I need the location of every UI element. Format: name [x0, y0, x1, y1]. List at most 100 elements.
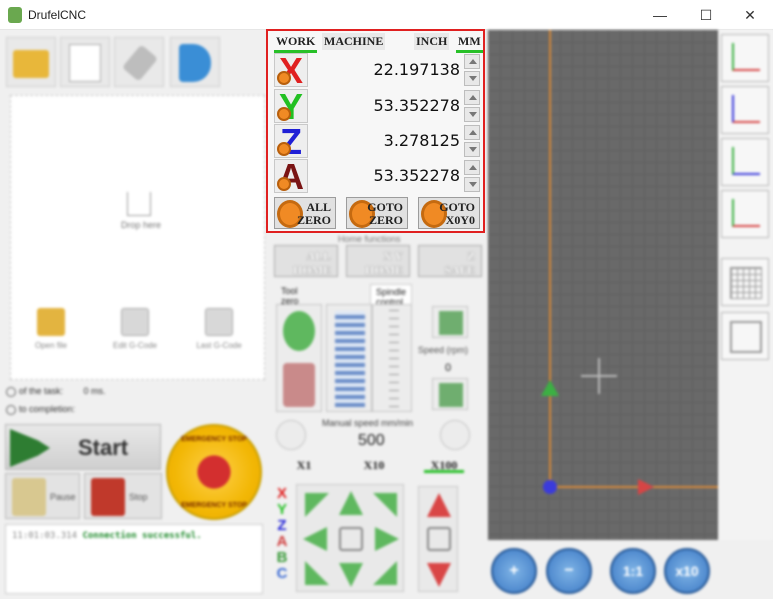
minimize-button[interactable]: —	[637, 0, 683, 30]
view-iso-button[interactable]	[721, 190, 769, 238]
jog-z-down-arrow-icon[interactable]	[427, 563, 451, 587]
open-file-toolbar-button[interactable]	[6, 37, 56, 87]
jog-axis-a[interactable]: A	[274, 534, 290, 550]
a-decrement-button[interactable]	[464, 177, 480, 192]
step-x100-button[interactable]: X100	[424, 458, 464, 473]
jog-down-right-arrow-icon[interactable]	[373, 561, 397, 585]
zero-badge-icon	[277, 177, 291, 191]
clock-icon	[6, 386, 16, 397]
step-x1-button[interactable]: X1	[284, 458, 324, 473]
tool-probe-panel[interactable]	[276, 304, 322, 412]
jog-axis-y[interactable]: Y	[274, 502, 290, 518]
view-front-button[interactable]	[721, 86, 769, 134]
goto-x0y0-button[interactable]: GOTO X0Y0	[418, 197, 480, 229]
open-file-icon[interactable]	[37, 308, 65, 336]
spindle-down-button[interactable]	[432, 378, 468, 410]
zoom-x10-button[interactable]: x10	[664, 548, 710, 594]
view-top-button[interactable]	[721, 34, 769, 82]
z-increment-button[interactable]	[464, 125, 480, 140]
axis-row-z: Z 3.278125	[274, 124, 482, 160]
stop-label: Stop	[129, 492, 148, 502]
pause-spindle-icon	[12, 478, 46, 516]
z-safe-button[interactable]: Z SAFE	[418, 245, 482, 277]
open-file-label: Open file	[34, 341, 68, 350]
start-label: Start	[78, 435, 129, 460]
zero-a-button[interactable]: A	[274, 159, 308, 195]
zoom-in-button[interactable]: +	[491, 548, 537, 594]
tab-mm[interactable]: MM	[456, 33, 483, 53]
all-home-line1: ALL	[306, 249, 331, 263]
speed-value: 0	[445, 362, 452, 374]
zoom-one-to-one-button[interactable]: 1:1	[610, 548, 656, 594]
edit-gcode-icon[interactable]	[121, 308, 149, 336]
jog-axis-x[interactable]: X	[274, 486, 290, 502]
feed-decrease-button[interactable]	[276, 420, 306, 450]
zero-z-button[interactable]: Z	[274, 124, 308, 160]
xy-home-line1: X Y	[383, 249, 403, 263]
drufelcnc-logo-button[interactable]	[170, 37, 220, 87]
x-increment-button[interactable]	[464, 54, 480, 69]
title-bar: DrufelCNC — ☐ ✕	[0, 0, 773, 30]
gcode-drop-zone[interactable]: Drop here Open file Edit G-Code Last G-C…	[10, 95, 265, 380]
origin-marker-icon	[543, 480, 557, 494]
all-zero-button[interactable]: ALL ZERO	[274, 197, 336, 229]
zoom-out-button[interactable]: −	[546, 548, 592, 594]
frame-icon	[730, 321, 762, 353]
jog-up-arrow-icon[interactable]	[339, 491, 363, 515]
emergency-stop-button[interactable]: EMERGENCY STOP EMERGENCY STOP	[166, 424, 262, 520]
close-button[interactable]: ✕	[727, 0, 773, 30]
jog-up-right-arrow-icon[interactable]	[373, 493, 397, 517]
goto-zero-button[interactable]: GOTO ZERO	[346, 197, 408, 229]
spindle-up-button[interactable]	[432, 306, 468, 338]
spindle-slider[interactable]	[372, 304, 412, 412]
jog-left-arrow-icon[interactable]	[303, 527, 327, 551]
tab-machine[interactable]: MACHINE	[322, 33, 386, 50]
x-decrement-button[interactable]	[464, 71, 480, 86]
jog-stop-icon[interactable]	[339, 527, 363, 551]
axis-row-a: A 53.352278	[274, 159, 482, 195]
maximize-button[interactable]: ☐	[683, 0, 729, 30]
zero-x-button[interactable]: X	[274, 53, 308, 89]
jog-z-stop-icon[interactable]	[427, 527, 451, 551]
tab-inch[interactable]: INCH	[414, 33, 450, 50]
drop-label: Drop here	[120, 220, 162, 230]
task-time-line: of the task: 0 ms.	[6, 386, 106, 397]
spring-panel	[326, 304, 372, 412]
jog-right-arrow-icon[interactable]	[375, 527, 399, 551]
jog-axis-z[interactable]: Z	[274, 518, 290, 534]
settings-toolbar-button[interactable]	[114, 37, 164, 87]
probe-height-icon	[283, 363, 315, 407]
axis-gizmo-icon	[732, 43, 760, 71]
jog-z-up-arrow-icon[interactable]	[427, 493, 451, 517]
jog-down-arrow-icon[interactable]	[339, 563, 363, 587]
grid-toggle-button[interactable]	[721, 258, 769, 306]
view-side-button[interactable]	[721, 138, 769, 186]
y-increment-button[interactable]	[464, 90, 480, 105]
last-gcode-icon[interactable]	[205, 308, 233, 336]
jog-axis-selector[interactable]: X Y Z A B C	[274, 486, 290, 582]
start-button[interactable]: Start	[5, 424, 161, 470]
jog-axis-c[interactable]: C	[274, 566, 290, 582]
stop-button[interactable]: Stop	[84, 473, 162, 519]
z-decrement-button[interactable]	[464, 142, 480, 157]
pause-button[interactable]: Pause	[5, 473, 80, 519]
jog-up-left-arrow-icon[interactable]	[305, 493, 329, 517]
z-safe-line2: SAFE	[444, 263, 475, 277]
xy-jog-pad	[296, 484, 404, 592]
all-home-button[interactable]: ALL HOME	[274, 245, 338, 277]
jog-down-left-arrow-icon[interactable]	[305, 561, 329, 585]
z-safe-line1: Z	[466, 249, 475, 263]
a-increment-button[interactable]	[464, 160, 480, 175]
jog-axis-b[interactable]: B	[274, 550, 290, 566]
axis-row-x: X 22.197138	[274, 53, 482, 89]
fit-view-button[interactable]	[721, 312, 769, 360]
step-x10-button[interactable]: X10	[354, 458, 394, 473]
edit-gcode-label: Edit G-Code	[112, 341, 158, 350]
zero-y-button[interactable]: Y	[274, 89, 308, 125]
xy-home-button[interactable]: X Y HOME	[346, 245, 410, 277]
toolpath-viewport[interactable]	[488, 30, 718, 540]
y-decrement-button[interactable]	[464, 107, 480, 122]
edit-gcode-toolbar-button[interactable]	[60, 37, 110, 87]
feed-increase-button[interactable]	[440, 420, 470, 450]
task-time-value: 0 ms.	[83, 386, 106, 396]
